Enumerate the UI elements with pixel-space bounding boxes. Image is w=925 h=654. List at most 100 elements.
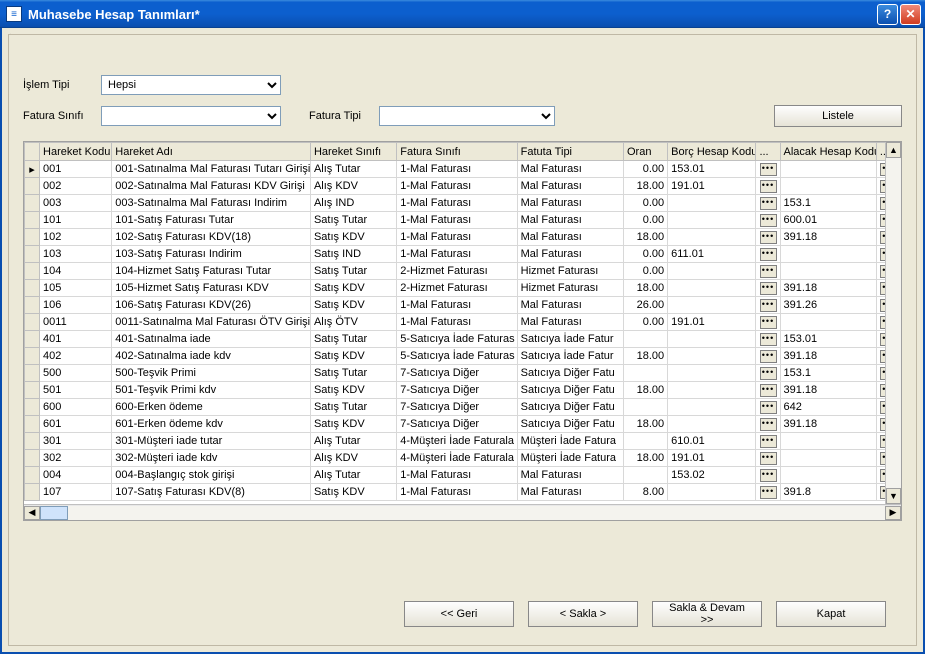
cell-oran[interactable]: 18.00 bbox=[624, 229, 668, 246]
cell-adi[interactable]: 001-Satınalma Mal Faturası Tutarı Girişi bbox=[112, 161, 311, 178]
col-fatura-tipi[interactable]: Fatuta Tipi bbox=[517, 143, 623, 161]
cell-fsinif[interactable]: 5-Satıcıya İade Faturas bbox=[397, 331, 517, 348]
cell-fsinif[interactable]: 7-Satıcıya Diğer bbox=[397, 399, 517, 416]
cell-kod[interactable]: 402 bbox=[40, 348, 112, 365]
fatura-sinifi-combo[interactable] bbox=[101, 106, 281, 126]
scroll-left-icon[interactable]: ◀ bbox=[24, 506, 40, 520]
cell-oran[interactable]: 18.00 bbox=[624, 416, 668, 433]
cell-kod[interactable]: 002 bbox=[40, 178, 112, 195]
cell-adi[interactable]: 301-Müşteri iade tutar bbox=[112, 433, 311, 450]
cell-borc-picker[interactable]: ••• bbox=[756, 416, 780, 433]
cell-fsinif[interactable]: 5-Satıcıya İade Faturas bbox=[397, 348, 517, 365]
ellipsis-icon[interactable]: ••• bbox=[760, 231, 777, 244]
table-row[interactable]: ▸001001-Satınalma Mal Faturası Tutarı Gi… bbox=[25, 161, 901, 178]
cell-ftipi[interactable]: Mal Faturası bbox=[517, 229, 623, 246]
cell-borc[interactable] bbox=[668, 484, 756, 501]
cell-sinif[interactable]: Satış KDV bbox=[310, 484, 396, 501]
row-header[interactable] bbox=[25, 365, 40, 382]
cell-borc-picker[interactable]: ••• bbox=[756, 195, 780, 212]
cell-ftipi[interactable]: Satıcıya Diğer Fatu bbox=[517, 382, 623, 399]
cell-ftipi[interactable]: Satıcıya Diğer Fatu bbox=[517, 365, 623, 382]
cell-sinif[interactable]: Satış KDV bbox=[310, 382, 396, 399]
cell-kod[interactable]: 003 bbox=[40, 195, 112, 212]
ellipsis-icon[interactable]: ••• bbox=[760, 197, 777, 210]
cell-alacak[interactable] bbox=[780, 314, 876, 331]
col-borc-hesap[interactable]: Borç Hesap Kodu bbox=[668, 143, 756, 161]
cell-ftipi[interactable]: Mal Faturası bbox=[517, 195, 623, 212]
cell-fsinif[interactable]: 1-Mal Faturası bbox=[397, 467, 517, 484]
fatura-tipi-combo[interactable] bbox=[379, 106, 555, 126]
row-header[interactable] bbox=[25, 246, 40, 263]
table-row[interactable]: 00110011-Satınalma Mal Faturası ÖTV Giri… bbox=[25, 314, 901, 331]
cell-borc[interactable] bbox=[668, 229, 756, 246]
cell-sinif[interactable]: Alış Tutar bbox=[310, 433, 396, 450]
cell-oran[interactable] bbox=[624, 433, 668, 450]
table-row[interactable]: 101101-Satış Faturası TutarSatış Tutar1-… bbox=[25, 212, 901, 229]
row-header[interactable] bbox=[25, 331, 40, 348]
ellipsis-icon[interactable]: ••• bbox=[760, 265, 777, 278]
cell-fsinif[interactable]: 7-Satıcıya Diğer bbox=[397, 416, 517, 433]
horizontal-scrollbar[interactable]: ◀ ▶ bbox=[24, 504, 901, 520]
cell-alacak[interactable]: 391.18 bbox=[780, 280, 876, 297]
cell-fsinif[interactable]: 1-Mal Faturası bbox=[397, 229, 517, 246]
cell-oran[interactable] bbox=[624, 331, 668, 348]
cell-sinif[interactable]: Satış Tutar bbox=[310, 212, 396, 229]
cell-fsinif[interactable]: 7-Satıcıya Diğer bbox=[397, 365, 517, 382]
row-header[interactable] bbox=[25, 450, 40, 467]
cell-ftipi[interactable]: Mal Faturası bbox=[517, 467, 623, 484]
cell-oran[interactable] bbox=[624, 399, 668, 416]
cell-oran[interactable]: 18.00 bbox=[624, 382, 668, 399]
table-row[interactable]: 104104-Hizmet Satış Faturası TutarSatış … bbox=[25, 263, 901, 280]
col-hareket-sinifi[interactable]: Hareket Sınıfı bbox=[310, 143, 396, 161]
cell-ftipi[interactable]: Mal Faturası bbox=[517, 297, 623, 314]
cell-sinif[interactable]: Satış Tutar bbox=[310, 263, 396, 280]
cell-ftipi[interactable]: Satıcıya Diğer Fatu bbox=[517, 399, 623, 416]
cell-fsinif[interactable]: 1-Mal Faturası bbox=[397, 314, 517, 331]
cell-adi[interactable]: 102-Satış Faturası KDV(18) bbox=[112, 229, 311, 246]
cell-alacak[interactable]: 153.1 bbox=[780, 365, 876, 382]
row-header[interactable] bbox=[25, 212, 40, 229]
col-hareket-adi[interactable]: Hareket Adı bbox=[112, 143, 311, 161]
cell-adi[interactable]: 105-Hizmet Satış Faturası KDV bbox=[112, 280, 311, 297]
cell-alacak[interactable]: 391.18 bbox=[780, 382, 876, 399]
row-header[interactable] bbox=[25, 484, 40, 501]
row-header[interactable] bbox=[25, 433, 40, 450]
cell-borc[interactable]: 611.01 bbox=[668, 246, 756, 263]
cell-kod[interactable]: 004 bbox=[40, 467, 112, 484]
sakla-button[interactable]: < Sakla > bbox=[528, 601, 638, 627]
cell-oran[interactable]: 0.00 bbox=[624, 195, 668, 212]
cell-kod[interactable]: 0011 bbox=[40, 314, 112, 331]
cell-oran[interactable]: 0.00 bbox=[624, 246, 668, 263]
cell-fsinif[interactable]: 7-Satıcıya Diğer bbox=[397, 382, 517, 399]
geri-button[interactable]: << Geri bbox=[404, 601, 514, 627]
cell-fsinif[interactable]: 1-Mal Faturası bbox=[397, 484, 517, 501]
cell-borc-picker[interactable]: ••• bbox=[756, 348, 780, 365]
cell-borc-picker[interactable]: ••• bbox=[756, 314, 780, 331]
cell-ftipi[interactable]: Mal Faturası bbox=[517, 212, 623, 229]
row-header[interactable] bbox=[25, 195, 40, 212]
cell-kod[interactable]: 501 bbox=[40, 382, 112, 399]
cell-adi[interactable]: 101-Satış Faturası Tutar bbox=[112, 212, 311, 229]
ellipsis-icon[interactable]: ••• bbox=[760, 163, 777, 176]
cell-sinif[interactable]: Satış KDV bbox=[310, 229, 396, 246]
cell-fsinif[interactable]: 1-Mal Faturası bbox=[397, 178, 517, 195]
cell-borc[interactable]: 191.01 bbox=[668, 178, 756, 195]
cell-adi[interactable]: 106-Satış Faturası KDV(26) bbox=[112, 297, 311, 314]
cell-ftipi[interactable]: Mal Faturası bbox=[517, 161, 623, 178]
cell-sinif[interactable]: Satış Tutar bbox=[310, 331, 396, 348]
col-borc-ellipsis[interactable]: ... bbox=[756, 143, 780, 161]
cell-ftipi[interactable]: Satıcıya İade Fatur bbox=[517, 331, 623, 348]
cell-sinif[interactable]: Satış KDV bbox=[310, 280, 396, 297]
cell-oran[interactable]: 0.00 bbox=[624, 212, 668, 229]
cell-fsinif[interactable]: 4-Müşteri İade Faturala bbox=[397, 433, 517, 450]
cell-borc[interactable]: 191.01 bbox=[668, 314, 756, 331]
row-header[interactable] bbox=[25, 178, 40, 195]
cell-alacak[interactable]: 153.1 bbox=[780, 195, 876, 212]
cell-borc[interactable] bbox=[668, 297, 756, 314]
col-fatura-sinifi[interactable]: Fatura Sınıfı bbox=[397, 143, 517, 161]
cell-kod[interactable]: 500 bbox=[40, 365, 112, 382]
cell-borc[interactable] bbox=[668, 331, 756, 348]
cell-alacak[interactable]: 600.01 bbox=[780, 212, 876, 229]
cell-sinif[interactable]: Alış KDV bbox=[310, 450, 396, 467]
table-row[interactable]: 301301-Müşteri iade tutarAlış Tutar4-Müş… bbox=[25, 433, 901, 450]
